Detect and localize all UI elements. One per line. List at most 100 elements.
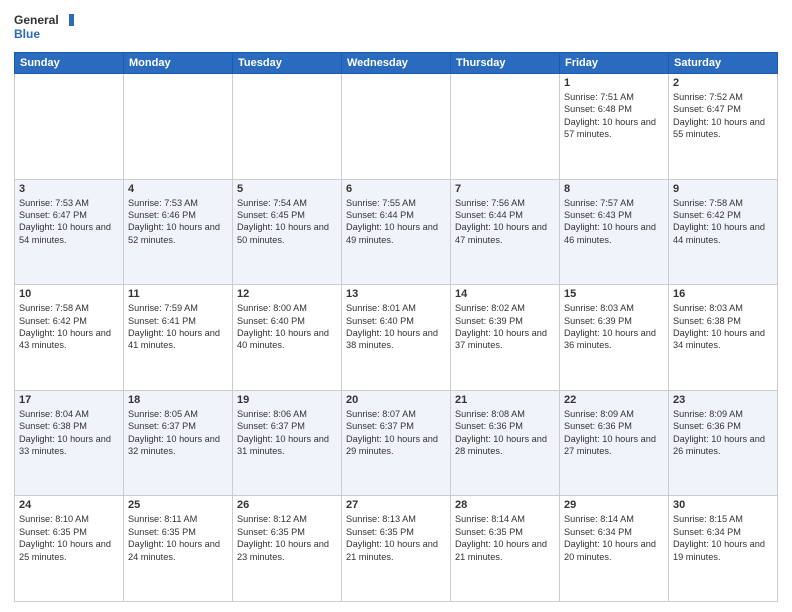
day-of-week-header: Monday	[124, 53, 233, 74]
day-number: 25	[128, 499, 228, 511]
day-details: Sunrise: 7:54 AM Sunset: 6:45 PM Dayligh…	[237, 197, 337, 247]
calendar-cell: 9Sunrise: 7:58 AM Sunset: 6:42 PM Daylig…	[669, 179, 778, 285]
day-details: Sunrise: 8:02 AM Sunset: 6:39 PM Dayligh…	[455, 302, 555, 352]
calendar-cell: 21 Sunrise: 8:08 AM Sunset: 6:36 PM Dayli…	[451, 390, 560, 496]
day-details: Sunrise: 7:57 AM Sunset: 6:43 PM Dayligh…	[564, 197, 664, 247]
calendar-cell	[15, 74, 124, 180]
calendar-cell: 23Sunrise: 8:09 AM Sunset: 6:36 PM Dayli…	[669, 390, 778, 496]
calendar-header-row: SundayMondayTuesdayWednesdayThursdayFrid…	[15, 53, 778, 74]
day-number: 8	[564, 183, 664, 195]
day-details: Sunrise: 8:13 AM Sunset: 6:35 PM Dayligh…	[346, 513, 446, 563]
day-details: Sunrise: 7:56 AM Sunset: 6:44 PM Dayligh…	[455, 197, 555, 247]
day-number: 11	[128, 288, 228, 300]
day-details: Sunrise: 8:14 AM Sunset: 6:34 PM Dayligh…	[564, 513, 664, 563]
day-details: Sunrise: 8:11 AM Sunset: 6:35 PM Dayligh…	[128, 513, 228, 563]
calendar-cell: 3Sunrise: 7:53 AM Sunset: 6:47 PM Daylig…	[15, 179, 124, 285]
calendar-cell: 25 Sunrise: 8:11 AM Sunset: 6:35 PM Dayli…	[124, 496, 233, 602]
calendar-week-row: 10 Sunrise: 7:58 AM Sunset: 6:42 PM Dayli…	[15, 285, 778, 391]
day-details: Sunrise: 7:53 AM Sunset: 6:46 PM Dayligh…	[128, 197, 228, 247]
day-details: Sunrise: 8:14 AM Sunset: 6:35 PM Dayligh…	[455, 513, 555, 563]
day-number: 1	[564, 77, 664, 89]
header: General Blue	[14, 10, 778, 46]
day-number: 22	[564, 394, 664, 406]
day-number: 6	[346, 183, 446, 195]
day-details: Sunrise: 8:06 AM Sunset: 6:37 PM Dayligh…	[237, 408, 337, 458]
calendar-cell: 14 Sunrise: 8:02 AM Sunset: 6:39 PM Dayli…	[451, 285, 560, 391]
calendar-cell: 18Sunrise: 8:05 AM Sunset: 6:37 PM Dayli…	[124, 390, 233, 496]
calendar-cell: 12 Sunrise: 8:00 AM Sunset: 6:40 PM Dayli…	[233, 285, 342, 391]
calendar-cell: 8 Sunrise: 7:57 AM Sunset: 6:43 PM Daylig…	[560, 179, 669, 285]
calendar-cell: 20Sunrise: 8:07 AM Sunset: 6:37 PM Dayli…	[342, 390, 451, 496]
calendar-week-row: 17 Sunrise: 8:04 AM Sunset: 6:38 PM Dayli…	[15, 390, 778, 496]
day-details: Sunrise: 8:07 AM Sunset: 6:37 PM Dayligh…	[346, 408, 446, 458]
calendar-cell: 27 Sunrise: 8:13 AM Sunset: 6:35 PM Dayli…	[342, 496, 451, 602]
day-number: 21	[455, 394, 555, 406]
day-details: Sunrise: 8:01 AM Sunset: 6:40 PM Dayligh…	[346, 302, 446, 352]
day-details: Sunrise: 8:00 AM Sunset: 6:40 PM Dayligh…	[237, 302, 337, 352]
calendar-cell: 4 Sunrise: 7:53 AM Sunset: 6:46 PM Daylig…	[124, 179, 233, 285]
calendar-cell: 7 Sunrise: 7:56 AM Sunset: 6:44 PM Daylig…	[451, 179, 560, 285]
calendar-cell: 26 Sunrise: 8:12 AM Sunset: 6:35 PM Dayli…	[233, 496, 342, 602]
logo-svg: General Blue	[14, 10, 74, 46]
calendar-cell: 29Sunrise: 8:14 AM Sunset: 6:34 PM Dayli…	[560, 496, 669, 602]
calendar-cell: 30 Sunrise: 8:15 AM Sunset: 6:34 PM Dayli…	[669, 496, 778, 602]
day-number: 27	[346, 499, 446, 511]
day-details: Sunrise: 8:04 AM Sunset: 6:38 PM Dayligh…	[19, 408, 119, 458]
calendar-cell	[233, 74, 342, 180]
svg-text:General: General	[14, 13, 59, 27]
calendar-cell: 22 Sunrise: 8:09 AM Sunset: 6:36 PM Dayli…	[560, 390, 669, 496]
day-of-week-header: Friday	[560, 53, 669, 74]
day-of-week-header: Saturday	[669, 53, 778, 74]
calendar-cell: 2Sunrise: 7:52 AM Sunset: 6:47 PM Daylig…	[669, 74, 778, 180]
day-details: Sunrise: 8:03 AM Sunset: 6:38 PM Dayligh…	[673, 302, 773, 352]
day-details: Sunrise: 8:09 AM Sunset: 6:36 PM Dayligh…	[564, 408, 664, 458]
day-of-week-header: Tuesday	[233, 53, 342, 74]
day-number: 5	[237, 183, 337, 195]
calendar-cell: 6 Sunrise: 7:55 AM Sunset: 6:44 PM Daylig…	[342, 179, 451, 285]
calendar-cell: 19 Sunrise: 8:06 AM Sunset: 6:37 PM Dayli…	[233, 390, 342, 496]
logo: General Blue	[14, 10, 74, 46]
day-number: 19	[237, 394, 337, 406]
day-number: 4	[128, 183, 228, 195]
day-number: 17	[19, 394, 119, 406]
calendar-cell: 5 Sunrise: 7:54 AM Sunset: 6:45 PM Daylig…	[233, 179, 342, 285]
day-details: Sunrise: 8:08 AM Sunset: 6:36 PM Dayligh…	[455, 408, 555, 458]
calendar-cell: 16Sunrise: 8:03 AM Sunset: 6:38 PM Dayli…	[669, 285, 778, 391]
calendar-cell: 1 Sunrise: 7:51 AM Sunset: 6:48 PM Daylig…	[560, 74, 669, 180]
page: General Blue SundayMondayTuesdayWednesda…	[0, 0, 792, 612]
calendar-cell: 10 Sunrise: 7:58 AM Sunset: 6:42 PM Dayli…	[15, 285, 124, 391]
day-number: 18	[128, 394, 228, 406]
day-number: 30	[673, 499, 773, 511]
calendar-week-row: 1 Sunrise: 7:51 AM Sunset: 6:48 PM Daylig…	[15, 74, 778, 180]
day-details: Sunrise: 7:59 AM Sunset: 6:41 PM Dayligh…	[128, 302, 228, 352]
day-details: Sunrise: 7:55 AM Sunset: 6:44 PM Dayligh…	[346, 197, 446, 247]
day-number: 10	[19, 288, 119, 300]
day-number: 2	[673, 77, 773, 89]
day-number: 26	[237, 499, 337, 511]
day-number: 15	[564, 288, 664, 300]
day-details: Sunrise: 8:12 AM Sunset: 6:35 PM Dayligh…	[237, 513, 337, 563]
day-number: 14	[455, 288, 555, 300]
calendar-cell	[124, 74, 233, 180]
svg-text:Blue: Blue	[14, 27, 40, 41]
day-number: 24	[19, 499, 119, 511]
day-details: Sunrise: 7:58 AM Sunset: 6:42 PM Dayligh…	[19, 302, 119, 352]
day-number: 7	[455, 183, 555, 195]
day-of-week-header: Thursday	[451, 53, 560, 74]
day-details: Sunrise: 7:58 AM Sunset: 6:42 PM Dayligh…	[673, 197, 773, 247]
day-number: 3	[19, 183, 119, 195]
calendar-cell: 28 Sunrise: 8:14 AM Sunset: 6:35 PM Dayli…	[451, 496, 560, 602]
calendar-cell: 11 Sunrise: 7:59 AM Sunset: 6:41 PM Dayli…	[124, 285, 233, 391]
day-of-week-header: Wednesday	[342, 53, 451, 74]
calendar-cell: 17 Sunrise: 8:04 AM Sunset: 6:38 PM Dayli…	[15, 390, 124, 496]
day-details: Sunrise: 7:51 AM Sunset: 6:48 PM Dayligh…	[564, 91, 664, 141]
calendar-cell	[451, 74, 560, 180]
calendar-cell: 15 Sunrise: 8:03 AM Sunset: 6:39 PM Dayli…	[560, 285, 669, 391]
day-details: Sunrise: 8:15 AM Sunset: 6:34 PM Dayligh…	[673, 513, 773, 563]
calendar-cell: 24Sunrise: 8:10 AM Sunset: 6:35 PM Dayli…	[15, 496, 124, 602]
day-number: 13	[346, 288, 446, 300]
day-details: Sunrise: 8:03 AM Sunset: 6:39 PM Dayligh…	[564, 302, 664, 352]
calendar-table: SundayMondayTuesdayWednesdayThursdayFrid…	[14, 52, 778, 602]
day-number: 12	[237, 288, 337, 300]
day-number: 28	[455, 499, 555, 511]
